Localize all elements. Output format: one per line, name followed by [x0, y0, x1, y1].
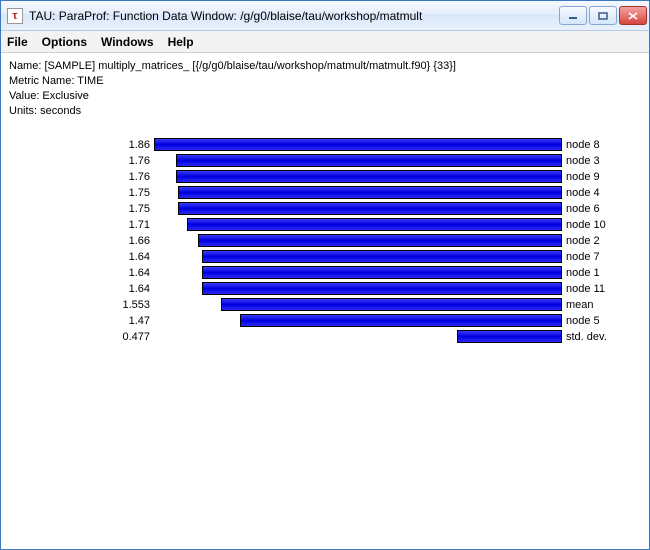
bar-row: 1.66 node 2 [9, 233, 641, 248]
bar-track [154, 185, 562, 200]
meta-metric: Metric Name: TIME [9, 74, 641, 89]
bar[interactable] [187, 218, 562, 231]
bar[interactable] [176, 154, 562, 167]
bar-value: 1.76 [9, 155, 154, 167]
bar-track [154, 217, 562, 232]
bar[interactable] [457, 330, 562, 343]
minimize-button[interactable] [559, 6, 587, 25]
bar-track [154, 137, 562, 152]
bar-label: node 3 [562, 155, 600, 167]
bar-value: 1.47 [9, 315, 154, 327]
bar-value: 1.75 [9, 203, 154, 215]
bar-value: 1.86 [9, 139, 154, 151]
minimize-icon [568, 12, 578, 20]
window-title: TAU: ParaProf: Function Data Window: /g/… [29, 9, 559, 23]
meta-units: Units: seconds [9, 104, 641, 119]
app-window: τ TAU: ParaProf: Function Data Window: /… [0, 0, 650, 550]
bar-row: 1.64 node 11 [9, 281, 641, 296]
bar-row: 1.76 node 9 [9, 169, 641, 184]
bar-row: 1.86 node 8 [9, 137, 641, 152]
bar-label: node 8 [562, 139, 600, 151]
bar-value: 1.66 [9, 235, 154, 247]
bar[interactable] [202, 282, 562, 295]
bar-value: 1.64 [9, 283, 154, 295]
bar-value: 0.477 [9, 331, 154, 343]
bar-label: node 7 [562, 251, 600, 263]
bar-value: 1.75 [9, 187, 154, 199]
bar-label: node 5 [562, 315, 600, 327]
bar-track [154, 233, 562, 248]
bar-value: 1.64 [9, 267, 154, 279]
menu-windows[interactable]: Windows [101, 35, 154, 49]
bar-value: 1.553 [9, 299, 154, 311]
bar-value: 1.64 [9, 251, 154, 263]
bar-label: node 10 [562, 219, 606, 231]
bar-label: node 11 [562, 283, 605, 295]
bar-track [154, 297, 562, 312]
bar-label: node 2 [562, 235, 600, 247]
close-icon [628, 12, 638, 20]
menu-file[interactable]: File [7, 35, 28, 49]
bar-label: node 1 [562, 267, 600, 279]
close-button[interactable] [619, 6, 647, 25]
bar-row: 0.477 std. dev. [9, 329, 641, 344]
titlebar[interactable]: τ TAU: ParaProf: Function Data Window: /… [1, 1, 649, 31]
menu-options[interactable]: Options [42, 35, 87, 49]
bar-row: 1.64 node 7 [9, 249, 641, 264]
bar-row: 1.76 node 3 [9, 153, 641, 168]
bar-label: node 4 [562, 187, 600, 199]
bar[interactable] [176, 170, 562, 183]
bar-label: node 9 [562, 171, 600, 183]
bar-track [154, 249, 562, 264]
maximize-button[interactable] [589, 6, 617, 25]
bar[interactable] [202, 266, 562, 279]
bar[interactable] [178, 186, 562, 199]
meta-value: Value: Exclusive [9, 89, 641, 104]
bar[interactable] [240, 314, 562, 327]
content-area: Name: [SAMPLE] multiply_matrices_ [{/g/g… [1, 53, 649, 549]
bar-label: mean [562, 299, 594, 311]
bar-track [154, 329, 562, 344]
bar-value: 1.76 [9, 171, 154, 183]
menubar: File Options Windows Help [1, 31, 649, 53]
bar-row: 1.71 node 10 [9, 217, 641, 232]
bar[interactable] [154, 138, 562, 151]
bar[interactable] [202, 250, 562, 263]
bar-label: std. dev. [562, 331, 607, 343]
bar-row: 1.47 node 5 [9, 313, 641, 328]
menu-help[interactable]: Help [168, 35, 194, 49]
bar-row: 1.64 node 1 [9, 265, 641, 280]
bar-value: 1.71 [9, 219, 154, 231]
bar-track [154, 201, 562, 216]
bar-row: 1.553 mean [9, 297, 641, 312]
maximize-icon [598, 12, 608, 20]
bar-track [154, 281, 562, 296]
bar-track [154, 265, 562, 280]
bar-track [154, 169, 562, 184]
bar[interactable] [198, 234, 562, 247]
meta-name: Name: [SAMPLE] multiply_matrices_ [{/g/g… [9, 59, 641, 74]
bar[interactable] [221, 298, 562, 311]
bar-track [154, 313, 562, 328]
bar-row: 1.75 node 4 [9, 185, 641, 200]
bar-row: 1.75 node 6 [9, 201, 641, 216]
bar-label: node 6 [562, 203, 600, 215]
window-controls [559, 6, 647, 25]
bar-track [154, 153, 562, 168]
app-icon: τ [7, 8, 23, 24]
bar[interactable] [178, 202, 562, 215]
bar-chart: 1.86 node 8 1.76 node 3 1.76 node 9 1.75 node 4… [9, 137, 641, 344]
